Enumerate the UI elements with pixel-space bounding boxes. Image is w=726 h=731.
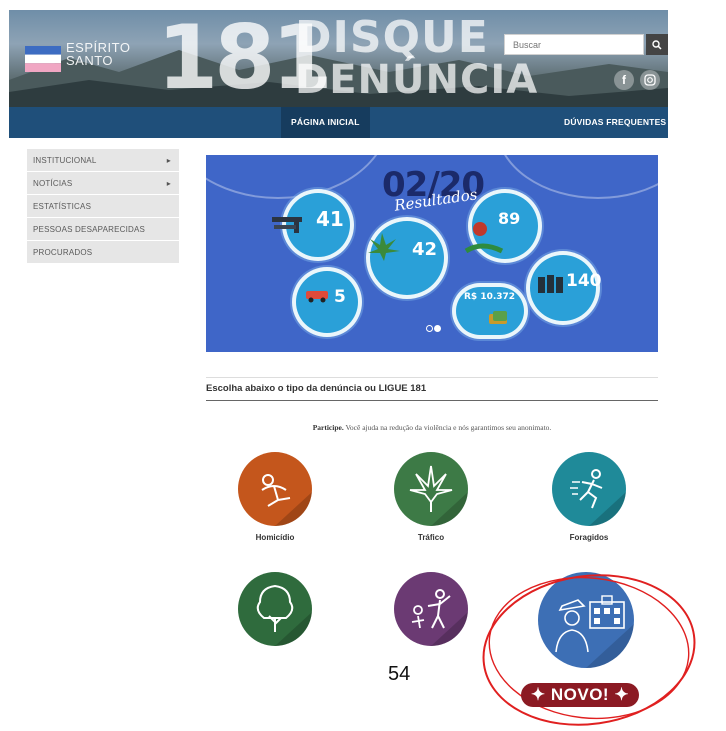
chevron-right-icon: ▸ xyxy=(166,178,171,188)
sidebar-item-pessoas-desaparecidas[interactable]: Pessoas Desaparecidas xyxy=(27,218,179,241)
state-logo-text[interactable]: Espírito Santo xyxy=(66,41,130,67)
intro-text: Participe. Você ajuda na redução da viol… xyxy=(206,423,658,432)
stat-bubble: R$ 10.372 xyxy=(452,283,528,339)
sidebar-item-label: Institucional xyxy=(33,155,97,165)
stat-bubble: 42 xyxy=(366,217,448,299)
homicide-icon xyxy=(261,474,312,526)
search-input[interactable] xyxy=(504,34,644,55)
running-man-icon xyxy=(570,469,626,526)
money-icon xyxy=(489,311,507,324)
new-badge: ✦ NOVO! ✦ xyxy=(521,683,639,707)
arrested-people-icon xyxy=(538,275,563,293)
nav-home-link[interactable]: Página Inicial xyxy=(281,107,370,138)
header-title-line-1: DISQUE xyxy=(295,12,489,63)
stat-value: 140 xyxy=(566,271,602,291)
drugs-icon xyxy=(368,233,400,261)
results-banner-carousel[interactable]: 02/20 Resultados 41 42 89 5 R$ 10.372 14… xyxy=(206,155,658,352)
category-foragidos[interactable] xyxy=(552,452,626,526)
instagram-icon[interactable] xyxy=(640,70,660,90)
weapons-icon xyxy=(272,217,302,233)
sidebar-item-label: Estatísticas xyxy=(33,201,92,211)
sidebar-item-label: Notícias xyxy=(33,178,73,188)
category-label[interactable]: Tráfico xyxy=(381,533,481,542)
sidebar-item-procurados[interactable]: Procurados xyxy=(27,241,179,264)
stat-value: 5 xyxy=(334,287,346,307)
espirito-santo-flag-icon xyxy=(25,46,61,72)
intro-bold: Participe. xyxy=(312,423,344,432)
stat-bubble: 5 xyxy=(292,267,362,337)
category-meio-ambiente[interactable] xyxy=(238,572,312,646)
logo-line-2: Santo xyxy=(66,53,114,68)
cannabis-leaf-icon xyxy=(409,465,468,526)
category-homicidio[interactable] xyxy=(238,452,312,526)
sidebar-item-noticias[interactable]: Notícias ▸ xyxy=(27,172,179,195)
category-violencia[interactable] xyxy=(394,572,468,646)
stat-bubble: 41 xyxy=(272,189,354,261)
wildlife-icon xyxy=(464,222,504,254)
sidebar-item-institucional[interactable]: Institucional ▸ xyxy=(27,149,179,172)
stat-bubble: 89 xyxy=(464,189,542,263)
sidebar-item-estatisticas[interactable]: Estatísticas xyxy=(27,195,179,218)
category-label[interactable]: Homicídio xyxy=(225,533,325,542)
search-icon xyxy=(652,39,662,50)
category-trafico[interactable] xyxy=(394,452,468,526)
main-nav: Página Inicial Dúvidas Frequentes xyxy=(9,107,668,138)
stat-value: R$ 10.372 xyxy=(464,292,516,302)
stat-bubble: 140 xyxy=(526,251,602,325)
stat-value: 41 xyxy=(316,207,344,231)
carousel-dot-active[interactable] xyxy=(434,325,441,332)
nav-faq-link[interactable]: Dúvidas Frequentes xyxy=(564,107,666,138)
page-number: 54 xyxy=(388,663,411,685)
carousel-dot[interactable] xyxy=(426,325,433,332)
header-title-line-2: DENÚNCIA xyxy=(295,57,539,103)
decorative-arc xyxy=(206,155,390,199)
category-label[interactable]: Foragidos xyxy=(539,533,639,542)
sidebar-item-label: Pessoas Desaparecidas xyxy=(33,224,146,234)
search-button[interactable] xyxy=(646,34,668,55)
section-title: Escolha abaixo o tipo da denúncia ou LIG… xyxy=(206,383,658,401)
facebook-icon[interactable]: f xyxy=(614,70,634,90)
site-header: Espírito Santo 181 DISQUE DENÚNCIA f xyxy=(9,10,668,107)
stat-value: 42 xyxy=(412,239,438,260)
sidebar-item-label: Procurados xyxy=(33,247,93,257)
chevron-right-icon: ▸ xyxy=(166,155,171,165)
intro-body: Você ajuda na redução da violência e nós… xyxy=(343,423,552,432)
tree-icon xyxy=(256,584,312,646)
car-icon xyxy=(306,291,328,303)
divider xyxy=(206,377,658,378)
sidebar-menu: Institucional ▸ Notícias ▸ Estatísticas … xyxy=(27,149,179,264)
aggression-icon xyxy=(411,589,468,646)
